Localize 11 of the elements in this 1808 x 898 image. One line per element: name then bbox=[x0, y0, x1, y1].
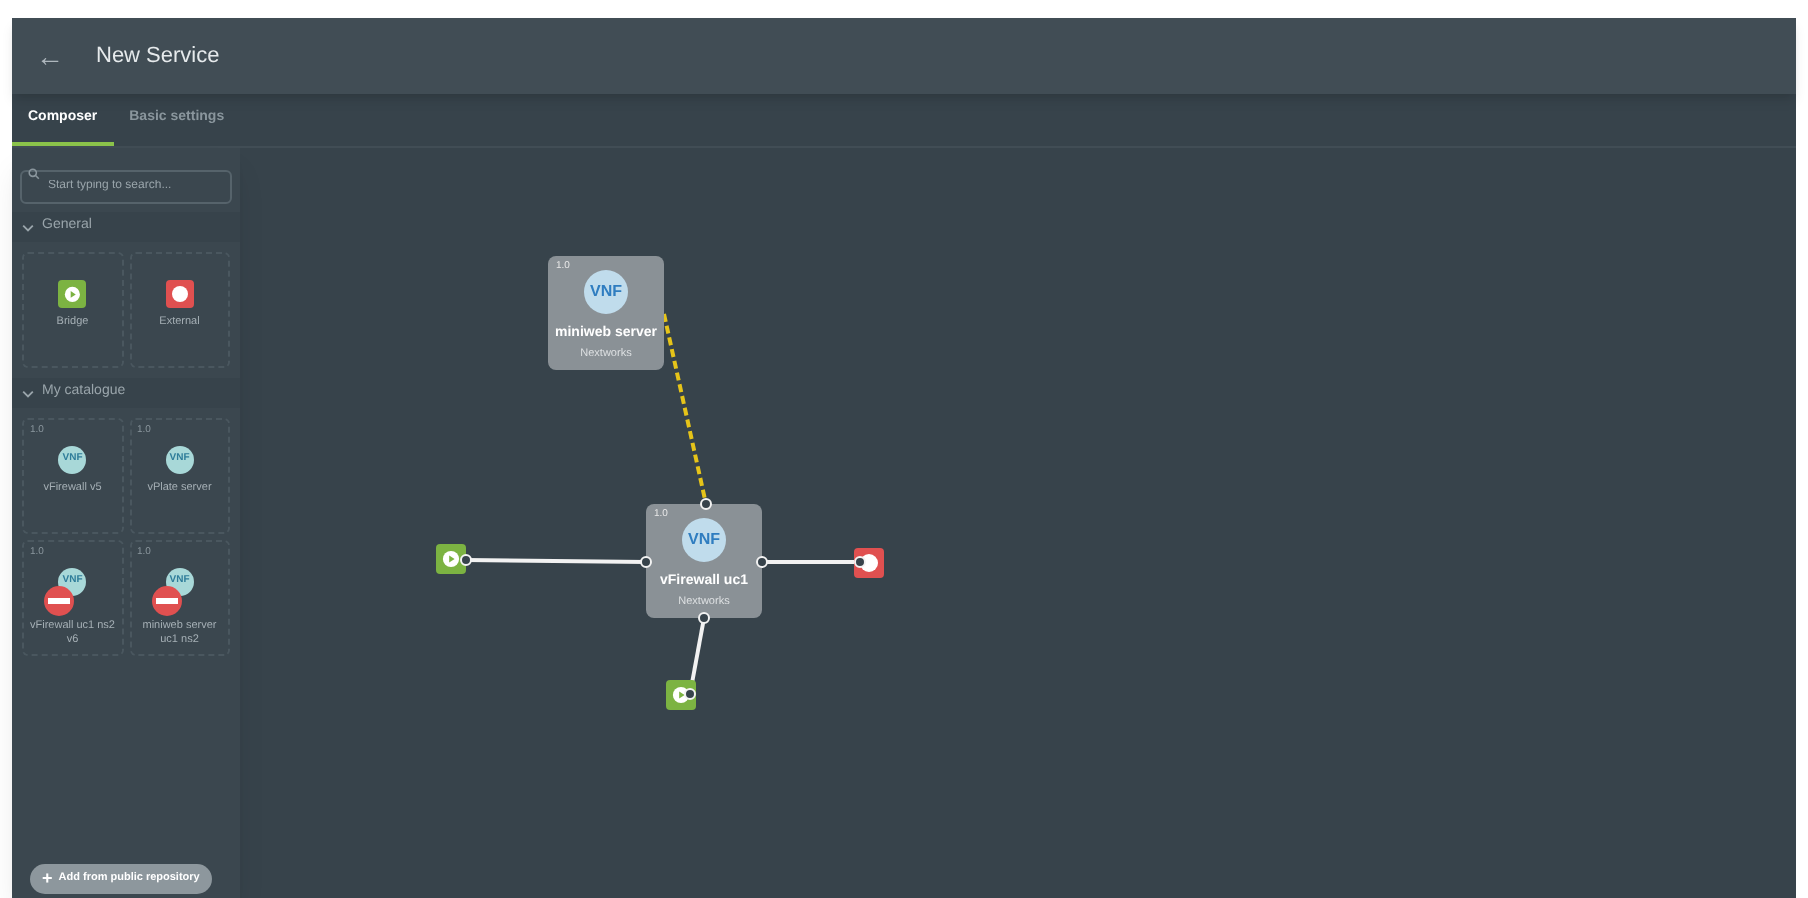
chevron-icon bbox=[22, 221, 34, 233]
play-icon bbox=[442, 550, 460, 568]
connector bbox=[762, 560, 860, 564]
vnf-badge: VNF bbox=[682, 518, 726, 562]
external-icon bbox=[165, 280, 194, 308]
vnf-badge: VNF bbox=[584, 270, 628, 314]
chevron-icon bbox=[22, 387, 34, 399]
play-icon bbox=[64, 285, 81, 303]
search-icon bbox=[28, 167, 40, 179]
back-button[interactable]: ← bbox=[36, 36, 64, 76]
page-title: New Service bbox=[96, 41, 220, 72]
